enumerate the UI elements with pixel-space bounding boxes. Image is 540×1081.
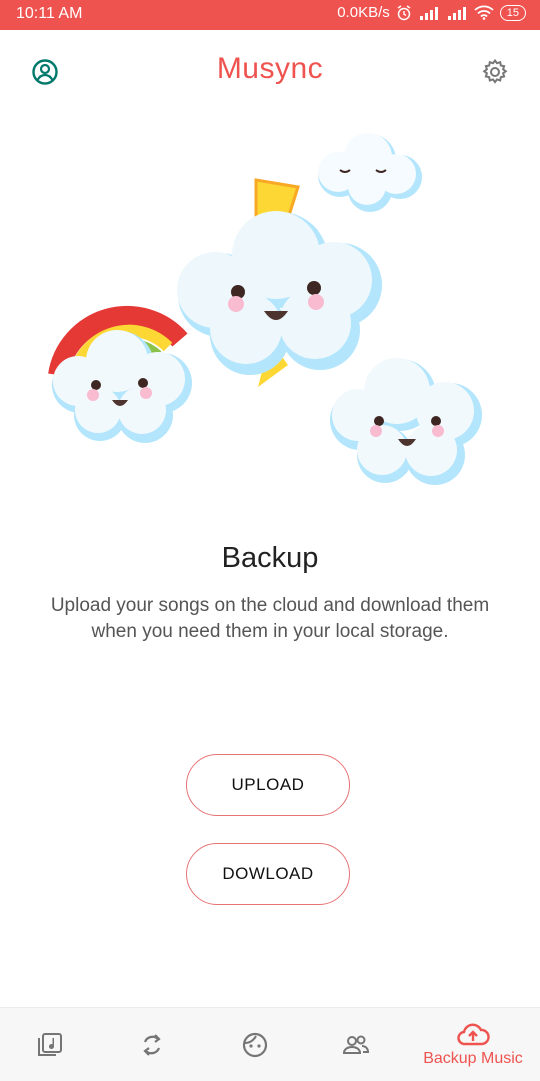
alarm-icon (397, 4, 411, 20)
cloud-small (318, 133, 422, 212)
cloud-upload-icon (457, 1023, 490, 1045)
gear-icon[interactable] (480, 57, 510, 87)
cloud-right (330, 358, 482, 485)
download-button[interactable]: DOWLOAD (186, 843, 350, 905)
signal-icon (419, 6, 438, 20)
status-icons: 0.0KB/s 15 (337, 4, 526, 21)
people-icon (342, 1035, 370, 1054)
status-bar: 10:11 AM 0.0KB/s 15 (0, 0, 540, 30)
page-heading: Backup (221, 542, 319, 574)
status-time: 10:11 AM (16, 5, 83, 22)
page-description: Upload your songs on the cloud and downl… (50, 595, 490, 642)
app-bar: Musync (0, 30, 540, 112)
app-title: Musync (216, 52, 324, 85)
clouds-illustration (48, 133, 482, 485)
bottom-navigation: Backup Music (0, 1007, 540, 1081)
wifi-icon (474, 5, 494, 20)
cloud-large (177, 211, 382, 375)
nav-item-people[interactable] (326, 1008, 386, 1081)
face-icon (242, 1032, 268, 1057)
battery-icon: 15 (499, 4, 526, 21)
sync-icon (143, 1033, 161, 1056)
nav-item-face[interactable] (225, 1008, 285, 1081)
nav-item-library[interactable] (20, 1008, 80, 1081)
upload-button[interactable]: UPLOAD (186, 754, 350, 816)
nav-item-sync[interactable] (122, 1008, 182, 1081)
nav-label-backup-music: Backup Music (423, 1049, 523, 1067)
signal-icon-2 (447, 6, 466, 20)
music-library-icon (38, 1032, 62, 1056)
net-speed: 0.0KB/s (337, 4, 390, 21)
nav-item-backup-music[interactable]: Backup Music (410, 1008, 536, 1081)
